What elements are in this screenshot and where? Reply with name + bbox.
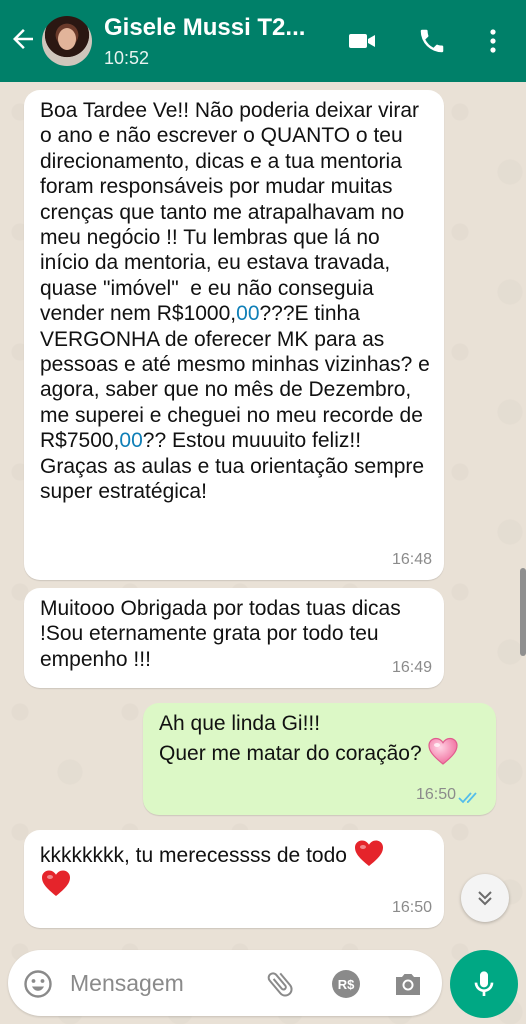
message-composer: Mensagem R$ bbox=[8, 950, 442, 1016]
payment-icon[interactable]: R$ bbox=[330, 968, 362, 1000]
message-time: 16:50 bbox=[391, 898, 432, 916]
message-input[interactable]: Mensagem bbox=[70, 970, 184, 997]
detected-number-link[interactable]: 00 bbox=[119, 429, 142, 452]
scrollbar-thumb[interactable] bbox=[520, 568, 526, 656]
message-line: Ah que linda Gi!!! bbox=[159, 712, 321, 735]
message-bubble-incoming[interactable]: Muitooo Obrigada por todas tuas dicas !S… bbox=[24, 588, 444, 688]
contact-avatar[interactable] bbox=[42, 16, 92, 66]
contact-status: 10:52 bbox=[104, 48, 150, 68]
message-text: Ah que linda Gi!!! Quer me matar do cora… bbox=[159, 711, 482, 767]
chat-header: Gisele Mussi T2... 10:52 bbox=[0, 0, 526, 82]
attach-icon[interactable] bbox=[264, 968, 296, 1000]
microphone-icon bbox=[474, 971, 494, 996]
contact-name[interactable]: Gisele Mussi T2... bbox=[104, 14, 324, 42]
voice-call-icon[interactable] bbox=[416, 26, 448, 56]
message-bubble-incoming[interactable]: Boa Tardee Ve!! Não poderia deixar virar… bbox=[24, 90, 444, 580]
message-text: kkkkkkkk, tu merecessss de todo bbox=[40, 838, 430, 899]
more-options-icon[interactable] bbox=[478, 26, 508, 56]
camera-icon[interactable] bbox=[392, 968, 424, 1000]
message-time: 16:50 bbox=[415, 785, 456, 803]
payment-symbol: R$ bbox=[338, 977, 355, 992]
message-bubble-incoming[interactable]: kkkkkkkk, tu merecessss de todo 16:50 bbox=[24, 830, 444, 928]
message-time: 16:48 bbox=[391, 550, 432, 568]
detected-number-link[interactable]: 00 bbox=[236, 302, 259, 325]
message-text: Boa Tardee Ve!! Não poderia deixar virar… bbox=[40, 98, 430, 505]
pink-heart-icon bbox=[428, 738, 459, 766]
back-arrow-icon[interactable] bbox=[8, 24, 38, 54]
message-text: Muitooo Obrigada por todas tuas dicas !S… bbox=[40, 597, 407, 671]
read-receipt-icon bbox=[458, 792, 477, 804]
scroll-to-bottom-button[interactable] bbox=[461, 874, 509, 922]
message-line: kkkkkkkk, tu merecessss de todo bbox=[40, 844, 347, 867]
video-call-icon[interactable] bbox=[346, 26, 378, 56]
red-heart-icon bbox=[42, 870, 70, 897]
message-text-part: Boa Tardee Ve!! Não poderia deixar virar… bbox=[40, 99, 425, 326]
double-chevron-down-icon bbox=[478, 891, 492, 906]
message-line: Quer me matar do coração? bbox=[159, 742, 422, 766]
microphone-button[interactable] bbox=[450, 950, 518, 1018]
red-heart-icon bbox=[354, 840, 383, 866]
message-bubble-outgoing[interactable]: Ah que linda Gi!!! Quer me matar do cora… bbox=[143, 703, 496, 815]
emoji-icon[interactable] bbox=[22, 968, 54, 1000]
message-time: 16:49 bbox=[391, 658, 432, 676]
